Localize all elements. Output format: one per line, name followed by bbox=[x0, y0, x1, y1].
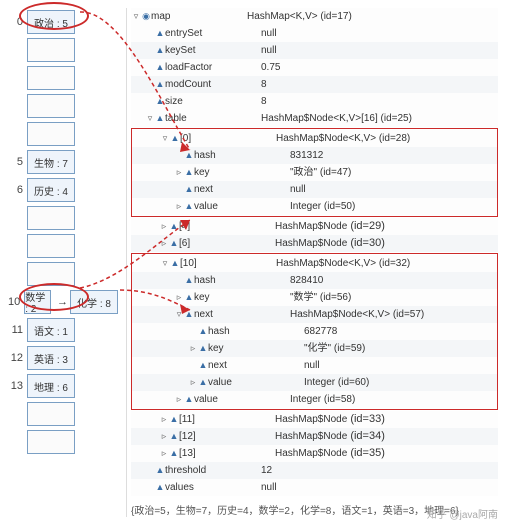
bucket-cell: 英语 : 3 bbox=[27, 346, 75, 370]
tree-row[interactable]: ▲entrySetnull bbox=[131, 25, 498, 42]
bucket-cell: 生物 : 7 bbox=[27, 150, 75, 174]
expand-icon[interactable]: ▿ bbox=[160, 255, 170, 272]
highlight-box: ▿ ▲ [10] HashMap$Node<K,V> (id=32) ▲hash… bbox=[131, 253, 498, 410]
bucket-cell bbox=[27, 94, 75, 118]
bucket-cell bbox=[27, 234, 75, 258]
array-icon: ▲ bbox=[155, 110, 165, 127]
hash-bucket-array: 0政治 : 5 5生物 : 76历史 : 4 10数学 : 2→化学 : 811语文… bbox=[8, 8, 118, 517]
bucket-cell bbox=[27, 206, 75, 230]
bucket-row bbox=[8, 428, 118, 456]
node-icon: ▲ bbox=[170, 130, 180, 147]
bucket-cell: 语文 : 1 bbox=[27, 318, 75, 342]
bucket-row: 12英语 : 3 bbox=[8, 344, 118, 372]
bucket-cell: 地理 : 6 bbox=[27, 374, 75, 398]
tree-row[interactable]: ▹▲[6]HashMap$Node (id=30) bbox=[131, 235, 498, 252]
bucket-row bbox=[8, 232, 118, 260]
tree-row[interactable]: ▲loadFactor0.75 bbox=[131, 59, 498, 76]
bucket-row bbox=[8, 92, 118, 120]
tree-row[interactable]: ▹▲[4]HashMap$Node (id=29) bbox=[131, 218, 498, 235]
bucket-row bbox=[8, 204, 118, 232]
bucket-cell bbox=[27, 402, 75, 426]
highlight-box: ▿ ▲ [0] HashMap$Node<K,V> (id=28) ▲hash8… bbox=[131, 128, 498, 217]
bucket-row bbox=[8, 120, 118, 148]
tree-row[interactable]: ▲modCount8 bbox=[131, 76, 498, 93]
bucket-row: 10数学 : 2→化学 : 8 bbox=[8, 288, 118, 316]
bucket-cell: 数学 : 2 bbox=[24, 290, 51, 314]
tree-row[interactable]: ▹▲[13]HashMap$Node (id=35) bbox=[131, 445, 498, 462]
chained-cell: 化学 : 8 bbox=[70, 290, 118, 314]
watermark: 知乎 @java阿南 bbox=[427, 506, 498, 521]
bucket-cell bbox=[27, 122, 75, 146]
tree-row[interactable]: ▿ ◉ map HashMap<K,V> (id=17) bbox=[131, 8, 498, 25]
bucket-row bbox=[8, 400, 118, 428]
object-icon: ◉ bbox=[141, 8, 151, 25]
bucket-cell: 历史 : 4 bbox=[27, 178, 75, 202]
tree-row[interactable]: ▿ ▲ table HashMap$Node<K,V>[16] (id=25) bbox=[131, 110, 498, 127]
bucket-row bbox=[8, 64, 118, 92]
bucket-cell bbox=[27, 66, 75, 90]
bucket-row: 6历史 : 4 bbox=[8, 176, 118, 204]
expand-icon[interactable]: ▿ bbox=[160, 130, 170, 147]
bucket-cell bbox=[27, 430, 75, 454]
tree-row[interactable]: ▲keySetnull bbox=[131, 42, 498, 59]
bucket-row: 0政治 : 5 bbox=[8, 8, 118, 36]
bucket-row: 13地理 : 6 bbox=[8, 372, 118, 400]
bucket-row: 5生物 : 7 bbox=[8, 148, 118, 176]
debugger-variables-tree: ▿ ◉ map HashMap<K,V> (id=17) ▲entrySetnu… bbox=[126, 8, 498, 517]
node-icon: ▲ bbox=[170, 255, 180, 272]
bucket-row bbox=[8, 36, 118, 64]
bucket-row bbox=[8, 260, 118, 288]
tree-row[interactable]: ▲size8 bbox=[131, 93, 498, 110]
tree-row[interactable]: ▹▲[12]HashMap$Node (id=34) bbox=[131, 428, 498, 445]
bucket-cell bbox=[27, 38, 75, 62]
tree-row[interactable]: ▹▲[11]HashMap$Node (id=33) bbox=[131, 411, 498, 428]
bucket-cell bbox=[27, 262, 75, 286]
tree-row[interactable]: ▿ ▲ [0] HashMap$Node<K,V> (id=28) bbox=[132, 130, 497, 147]
bucket-row: 11语文 : 1 bbox=[8, 316, 118, 344]
expand-icon[interactable]: ▿ bbox=[145, 110, 155, 127]
expand-icon[interactable]: ▿ bbox=[131, 8, 141, 25]
tree-row[interactable]: ▿ ▲ [10] HashMap$Node<K,V> (id=32) bbox=[132, 255, 497, 272]
bucket-cell: 政治 : 5 bbox=[27, 10, 75, 34]
